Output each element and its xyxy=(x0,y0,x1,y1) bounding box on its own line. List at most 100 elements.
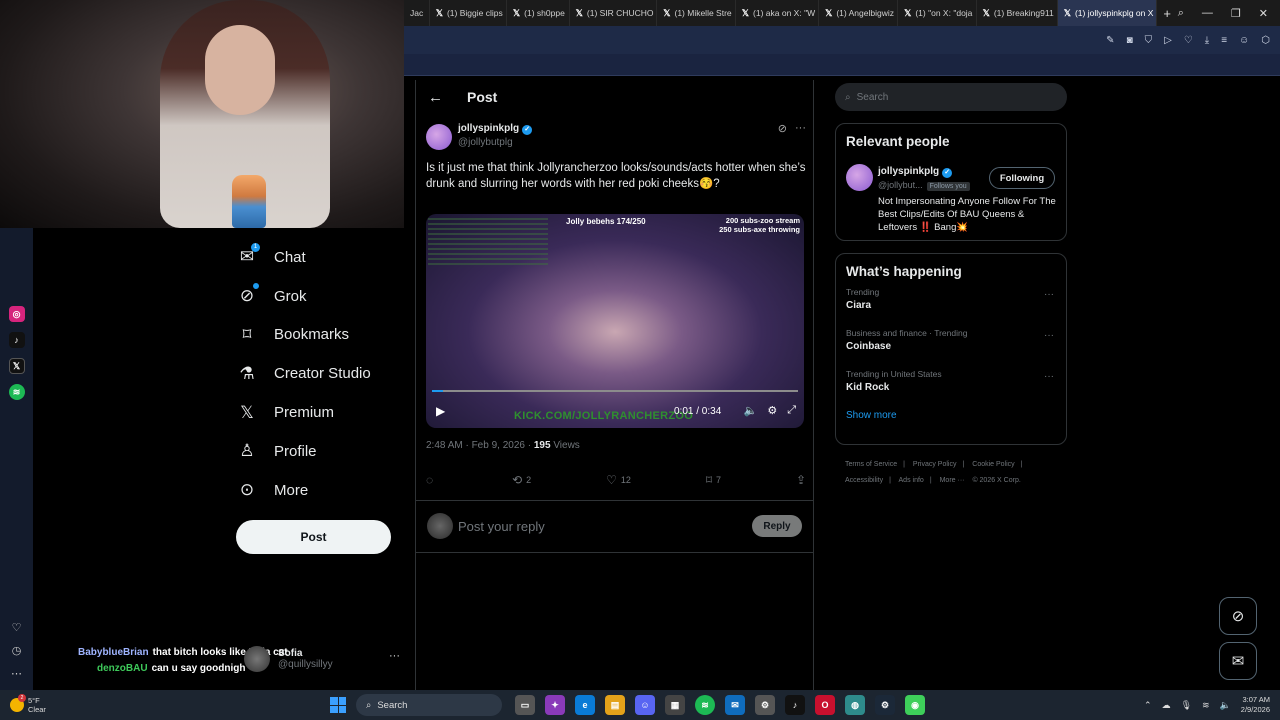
history-icon[interactable]: ◷ xyxy=(12,644,22,657)
search-input[interactable] xyxy=(856,91,1047,103)
search-box[interactable]: ⌕ xyxy=(835,83,1067,111)
wifi-icon[interactable]: ≋ xyxy=(1202,700,1210,711)
steam-icon[interactable]: ⚙ xyxy=(875,695,895,715)
nav-item-creator-studio[interactable]: ⚗ Creator Studio xyxy=(236,354,406,393)
heart-icon[interactable]: ♡ xyxy=(12,621,22,634)
footer-link[interactable]: Privacy Policy xyxy=(913,461,957,468)
x-logo-icon[interactable]: 𝕏 xyxy=(8,358,25,374)
post-button[interactable]: Post xyxy=(236,520,391,554)
download-icon[interactable]: ⤓ xyxy=(1205,35,1209,46)
spotify-icon[interactable]: ≋ xyxy=(8,384,25,400)
new-tab-button[interactable]: + xyxy=(1157,6,1178,21)
share-action[interactable]: ⇪ xyxy=(796,473,806,487)
browser-tab[interactable]: 𝕏 (1) "on X: "doja xyxy=(898,0,977,26)
instagram-icon[interactable]: ◎ xyxy=(8,306,25,322)
browser-tab[interactable]: 𝕏 (1) Angelbigwiz xyxy=(819,0,899,26)
spotify-icon[interactable]: ≋ xyxy=(695,695,715,715)
footer-link[interactable]: Terms of Service xyxy=(845,461,897,468)
account-switcher[interactable]: Sofia @quillysillyy ··· xyxy=(244,644,404,674)
trend-item[interactable]: Trending Ciara ··· xyxy=(836,285,1066,326)
messages-fab[interactable]: ✉ xyxy=(1219,642,1257,680)
start-button[interactable] xyxy=(330,697,346,713)
browser-tab[interactable]: Jac xyxy=(404,0,430,26)
browser-tab[interactable]: 𝕏 (1) SIR CHUCHO xyxy=(570,0,658,26)
clock[interactable]: 3:07 AM 2/9/2026 xyxy=(1241,695,1270,715)
reply-button[interactable]: Reply xyxy=(752,515,802,537)
menu-icon[interactable]: ≡ xyxy=(1221,35,1227,46)
grok-icon[interactable]: ⊘ xyxy=(778,122,787,135)
minimize-icon[interactable]: — xyxy=(1202,7,1213,20)
more-icon[interactable]: ··· xyxy=(1044,289,1054,300)
more-icon[interactable]: ··· xyxy=(1044,330,1054,341)
nav-item-premium[interactable]: 𝕏 Premium xyxy=(236,393,406,432)
author-name[interactable]: jollyspinkplg ✓ xyxy=(458,123,533,135)
footer-link[interactable]: Ads info xyxy=(899,477,924,484)
fullscreen-icon[interactable]: ⤢ xyxy=(787,404,796,417)
file-explorer-icon[interactable]: ▤ xyxy=(605,695,625,715)
settings-icon[interactable]: ⚙ xyxy=(755,695,775,715)
avatar[interactable] xyxy=(846,164,873,191)
outlook-icon[interactable]: ✉ xyxy=(725,695,745,715)
heart-icon[interactable]: ♡ xyxy=(1184,35,1193,46)
reply-input[interactable] xyxy=(458,513,738,539)
edit-icon[interactable]: ✎ xyxy=(1106,35,1114,46)
author-handle[interactable]: @jollybutplg xyxy=(458,137,513,148)
browser-icon[interactable]: ◍ xyxy=(845,695,865,715)
more-icon[interactable]: ⋯ xyxy=(11,667,22,680)
task-view-icon[interactable]: ▭ xyxy=(515,695,535,715)
nav-item-bookmarks[interactable]: ⌑ Bookmarks xyxy=(236,316,406,355)
camera-icon[interactable]: ◙ xyxy=(1127,35,1133,46)
nav-item-grok[interactable]: ⊘ Grok xyxy=(236,277,406,316)
volume-icon[interactable]: 🔈 xyxy=(744,404,758,417)
video-progress-bar[interactable] xyxy=(432,390,798,392)
browser-tab[interactable]: 𝕏 (1) aka on X: "W xyxy=(736,0,820,26)
author-avatar[interactable] xyxy=(426,124,452,150)
more-icon[interactable]: ··· xyxy=(795,122,806,135)
like-action[interactable]: ♡ 12 xyxy=(606,473,631,487)
play-icon[interactable]: ▶ xyxy=(436,404,445,418)
play-icon[interactable]: ▷ xyxy=(1164,35,1172,46)
extension-icon[interactable]: ⬡ xyxy=(1261,35,1270,46)
grok-fab[interactable]: ⊘ xyxy=(1219,597,1257,635)
more-icon[interactable]: ··· xyxy=(389,650,400,662)
footer-link[interactable]: More ··· xyxy=(940,477,965,484)
repost-action[interactable]: ⟲ 2 xyxy=(512,473,531,487)
tiktok-icon[interactable]: ♪ xyxy=(8,332,25,348)
taskbar-search[interactable]: ⌕ Search xyxy=(356,694,502,716)
person-name[interactable]: jollyspinkplg ✓ xyxy=(878,166,953,178)
nav-item-chat[interactable]: ✉ 1 Chat xyxy=(236,238,406,277)
back-arrow-icon[interactable]: ← xyxy=(428,89,443,106)
more-icon[interactable]: ··· xyxy=(1044,371,1054,382)
trend-item[interactable]: Business and finance · Trending Coinbase… xyxy=(836,326,1066,367)
trend-item[interactable]: Trending in United States Kid Rock ··· xyxy=(836,367,1066,408)
profile-icon[interactable]: ☺ xyxy=(1239,35,1249,46)
nav-item-more[interactable]: ⊙ More xyxy=(236,471,406,510)
show-more-link[interactable]: Show more xyxy=(836,408,1066,423)
mic-icon[interactable]: 🎙 xyxy=(1181,700,1192,711)
reply-action[interactable]: ◌ xyxy=(426,473,437,487)
volume-icon[interactable]: 🔈 xyxy=(1220,700,1231,711)
close-icon[interactable]: ✕ xyxy=(1259,7,1268,20)
nav-item-profile[interactable]: ♙ Profile xyxy=(236,432,406,471)
chevron-up-icon[interactable]: ⌃ xyxy=(1144,700,1152,711)
copilot-icon[interactable]: ✦ xyxy=(545,695,565,715)
video-player[interactable]: Jolly bebehs 174/250 200 subs-zoo stream… xyxy=(426,214,804,428)
bookmark-action[interactable]: ⌑ 7 xyxy=(706,473,721,487)
weather-widget[interactable]: 2 5°F Clear xyxy=(0,694,330,714)
search-icon[interactable]: ⌕ xyxy=(1178,7,1184,20)
obs-icon[interactable]: ◉ xyxy=(905,695,925,715)
store-icon[interactable]: ▦ xyxy=(665,695,685,715)
browser-tab[interactable]: 𝕏 (1) Breaking911 xyxy=(977,0,1058,26)
following-button[interactable]: Following xyxy=(989,167,1055,189)
browser-tab[interactable]: 𝕏 (1) sh0ppe xyxy=(507,0,570,26)
opera-icon[interactable]: O xyxy=(815,695,835,715)
discord-icon[interactable]: ☺ xyxy=(635,695,655,715)
post-timestamp[interactable]: 2:48 AM · Feb 9, 2026 · xyxy=(426,440,531,451)
maximize-icon[interactable]: ❐ xyxy=(1231,7,1241,20)
settings-icon[interactable]: ⚙ xyxy=(767,404,777,417)
cloud-icon[interactable]: ☁ xyxy=(1162,700,1171,711)
shield-icon[interactable]: ⛉ xyxy=(1145,35,1153,46)
footer-link[interactable]: Cookie Policy xyxy=(972,461,1014,468)
edge-icon[interactable]: e xyxy=(575,695,595,715)
browser-tab[interactable]: 𝕏 (1) Biggie clips xyxy=(430,0,507,26)
